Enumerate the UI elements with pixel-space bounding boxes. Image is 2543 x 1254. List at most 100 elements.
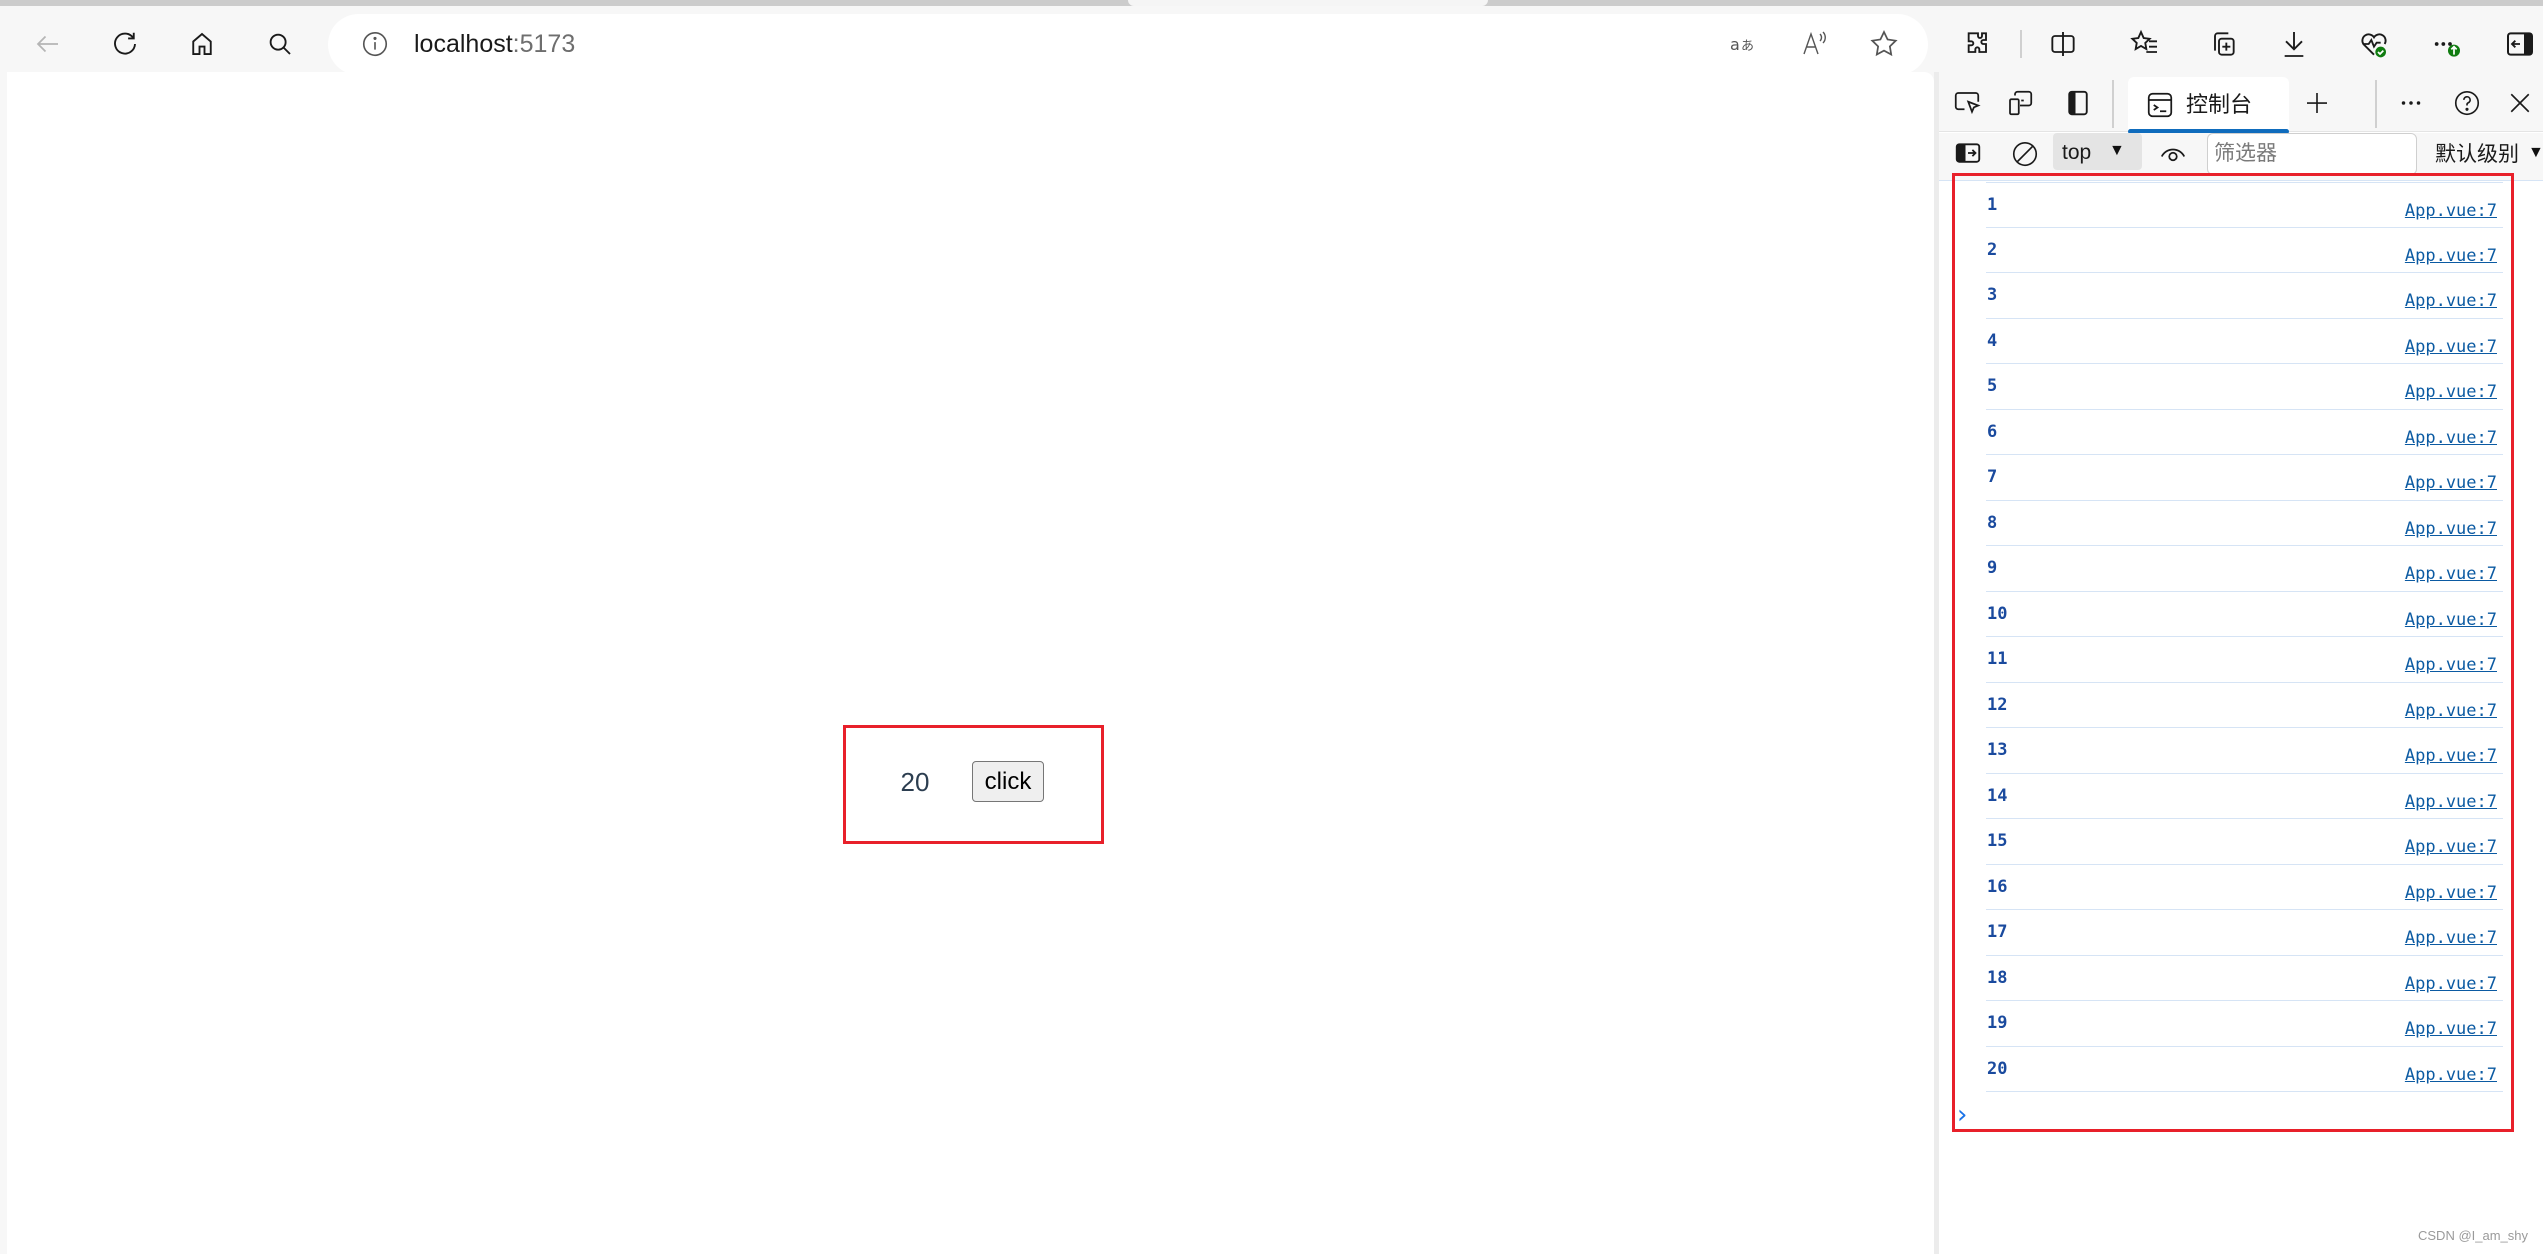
downloads-button[interactable] bbox=[2272, 22, 2316, 66]
console-message: 10 App.vue:7 bbox=[1986, 592, 2503, 637]
console-sidebar-button[interactable] bbox=[1948, 133, 1988, 173]
split-screen-button[interactable] bbox=[2041, 22, 2085, 66]
console-source-link[interactable]: App.vue:7 bbox=[2405, 246, 2497, 266]
close-icon bbox=[2510, 93, 2530, 113]
console-message: 14 App.vue:7 bbox=[1986, 774, 2503, 819]
console-message: 20 App.vue:7 bbox=[1986, 1047, 2503, 1092]
filter-input[interactable] bbox=[2207, 133, 2417, 175]
counter-value: 20 bbox=[900, 767, 930, 797]
console-message-value: 1 bbox=[1987, 195, 1998, 215]
console-source-link[interactable]: App.vue:7 bbox=[2405, 473, 2497, 493]
more-tools-button[interactable] bbox=[2297, 83, 2337, 123]
console-message: 16 App.vue:7 bbox=[1986, 865, 2503, 910]
collections-icon bbox=[2214, 32, 2235, 56]
console-source-link[interactable]: App.vue:7 bbox=[2405, 837, 2497, 857]
home-button[interactable] bbox=[180, 22, 224, 66]
console-source-link[interactable]: App.vue:7 bbox=[2405, 1065, 2497, 1085]
svg-text:a: a bbox=[1730, 35, 1740, 54]
console-tab-label: 控制台 bbox=[2186, 92, 2253, 117]
home-icon bbox=[192, 32, 212, 55]
console-source-link[interactable]: App.vue:7 bbox=[2405, 291, 2497, 311]
refresh-icon bbox=[114, 32, 136, 55]
console-message-value: 14 bbox=[1987, 785, 2008, 806]
watermark: CSDN @I_am_shy bbox=[2418, 1228, 2529, 1243]
help-button[interactable] bbox=[2447, 83, 2487, 123]
console-source-link[interactable]: App.vue:7 bbox=[2405, 1019, 2497, 1039]
close-devtools-button[interactable] bbox=[2500, 83, 2540, 123]
console-source-link[interactable]: App.vue:7 bbox=[2405, 883, 2497, 903]
extensions-button[interactable] bbox=[1956, 22, 2000, 66]
favorites-icon bbox=[2130, 29, 2157, 53]
favorites-button[interactable] bbox=[2123, 22, 2167, 66]
customize-devtools-button[interactable] bbox=[2391, 83, 2431, 123]
log-level-dropdown[interactable]: 默认级别 bbox=[2435, 138, 2519, 172]
refresh-button[interactable] bbox=[103, 22, 147, 66]
console-source-link[interactable]: App.vue:7 bbox=[2405, 382, 2497, 402]
console-source-link[interactable]: App.vue:7 bbox=[2405, 428, 2497, 448]
console-message-value: 10 bbox=[1987, 603, 2008, 624]
split-screen-icon bbox=[2051, 32, 2075, 56]
click-button[interactable]: click bbox=[972, 761, 1044, 802]
caret-down-icon: ▼ bbox=[2528, 144, 2543, 161]
downloads-icon bbox=[2284, 32, 2304, 57]
console-message-value: 2 bbox=[1987, 239, 1998, 260]
favorite-star-icon bbox=[1870, 30, 1898, 57]
console-source-link[interactable]: App.vue:7 bbox=[2405, 655, 2497, 675]
console-source-link[interactable]: App.vue:7 bbox=[2405, 201, 2497, 221]
extensions-icon bbox=[1967, 32, 1987, 53]
console-message-value: 8 bbox=[1987, 512, 1998, 533]
sidebar-toggle-button[interactable] bbox=[2498, 22, 2542, 66]
search-button[interactable] bbox=[258, 22, 302, 66]
console-source-link[interactable]: App.vue:7 bbox=[2405, 564, 2497, 584]
console-source-link[interactable]: App.vue:7 bbox=[2405, 610, 2497, 630]
console-source-link[interactable]: App.vue:7 bbox=[2405, 746, 2497, 766]
back-button[interactable] bbox=[26, 22, 70, 66]
console-message-value: 17 bbox=[1987, 922, 2008, 942]
collections-button[interactable] bbox=[2201, 22, 2245, 66]
console-message: 18 App.vue:7 bbox=[1986, 956, 2503, 1001]
console-source-link[interactable]: App.vue:7 bbox=[2405, 337, 2497, 357]
plus-icon bbox=[2307, 93, 2327, 113]
console-message-value: 16 bbox=[1987, 876, 2008, 897]
clear-console-button[interactable] bbox=[2005, 134, 2045, 174]
svg-text:あ: あ bbox=[1741, 39, 1754, 54]
browser-essentials-icon bbox=[2361, 33, 2387, 58]
site-info-button[interactable] bbox=[355, 24, 395, 64]
devtools-divider bbox=[2375, 80, 2377, 128]
console-messages: 1 App.vue:7 2 App.vue:7 3 App.vue:7 4 App.vue:7… bbox=[1986, 182, 2503, 1092]
search-icon bbox=[269, 33, 291, 55]
console-source-link[interactable]: App.vue:7 bbox=[2405, 974, 2497, 994]
favorite-button[interactable] bbox=[1862, 22, 1906, 66]
more-button[interactable] bbox=[2424, 22, 2468, 66]
url-text[interactable]: localhost:5173 bbox=[414, 22, 575, 66]
console-source-link[interactable]: App.vue:7 bbox=[2405, 792, 2497, 812]
console-message: 19 App.vue:7 bbox=[1986, 1001, 2503, 1047]
device-emulation-button[interactable] bbox=[2000, 83, 2040, 123]
ellipsis-icon bbox=[2401, 101, 2421, 105]
console-message-value: 13 bbox=[1987, 740, 2008, 760]
console-message-value: 11 bbox=[1987, 649, 2008, 669]
console-prompt[interactable]: › bbox=[1957, 1100, 1967, 1130]
console-message-value: 12 bbox=[1987, 694, 2008, 715]
console-message-value: 3 bbox=[1987, 285, 1998, 305]
live-expression-button[interactable] bbox=[2153, 134, 2193, 174]
console-message: 1 App.vue:7 bbox=[1986, 182, 2503, 228]
console-message: 6 App.vue:7 bbox=[1986, 410, 2503, 455]
dock-side-button[interactable] bbox=[2058, 83, 2098, 123]
console-message-value: 15 bbox=[1987, 831, 2008, 851]
console-source-link[interactable]: App.vue:7 bbox=[2405, 701, 2497, 721]
devtools-divider bbox=[2112, 80, 2114, 128]
inspect-element-icon bbox=[1954, 92, 1981, 115]
translate-button[interactable]: aあ bbox=[1722, 22, 1766, 66]
console-message: 7 App.vue:7 bbox=[1986, 455, 2503, 501]
device-emulation-icon bbox=[2009, 90, 2033, 116]
page-viewport bbox=[7, 72, 1934, 1254]
console-message: 17 App.vue:7 bbox=[1986, 910, 2503, 956]
console-source-link[interactable]: App.vue:7 bbox=[2405, 519, 2497, 539]
read-aloud-button[interactable] bbox=[1793, 22, 1837, 66]
url-host: localhost bbox=[414, 30, 513, 58]
translate-icon: aあ bbox=[1730, 35, 1754, 54]
console-source-link[interactable]: App.vue:7 bbox=[2405, 928, 2497, 948]
inspect-element-button[interactable] bbox=[1947, 83, 1987, 123]
browser-essentials-button[interactable] bbox=[2352, 22, 2396, 66]
